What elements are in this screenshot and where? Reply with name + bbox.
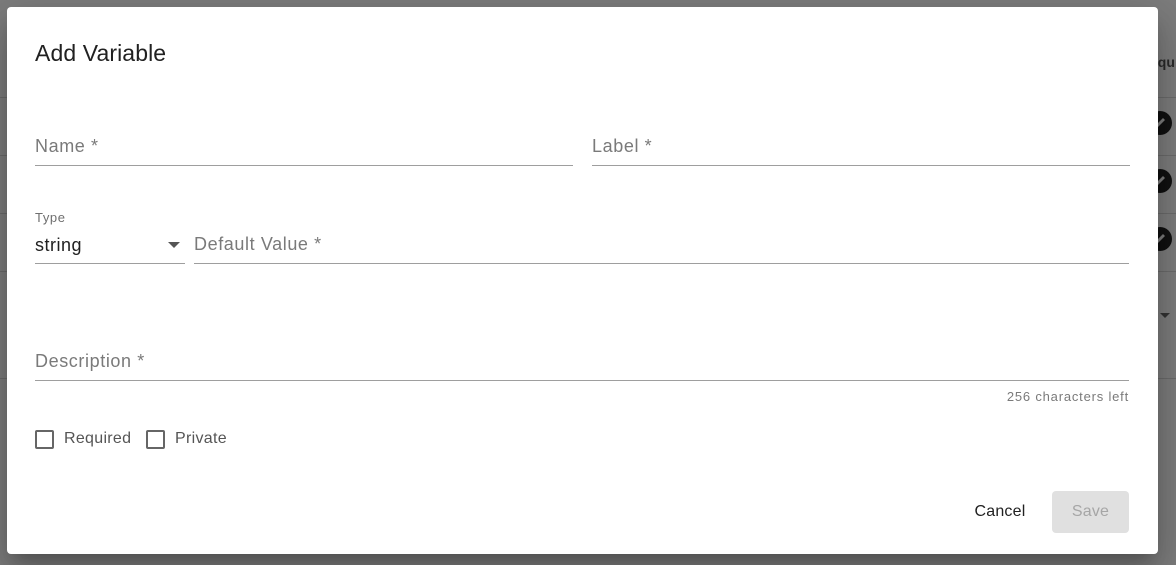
type-select-value: string — [35, 235, 83, 255]
name-field-underline — [35, 165, 573, 166]
private-checkbox-box[interactable] — [146, 429, 165, 449]
cancel-button[interactable]: Cancel — [962, 491, 1038, 533]
save-button[interactable]: Save — [1052, 491, 1129, 533]
private-checkbox[interactable]: Private — [146, 428, 227, 450]
default-value-field[interactable]: Default Value * — [194, 225, 1129, 264]
type-select-underline — [35, 263, 185, 264]
add-variable-dialog: Add Variable Name * Label * Type string … — [7, 7, 1158, 554]
default-value-input[interactable] — [194, 233, 1129, 257]
default-value-underline — [194, 263, 1129, 264]
name-input[interactable] — [35, 135, 573, 159]
required-checkbox[interactable]: Required — [35, 428, 131, 450]
type-label: Type — [35, 210, 66, 225]
description-input[interactable] — [35, 350, 1129, 374]
description-field[interactable]: Description * — [35, 342, 1129, 381]
label-input[interactable] — [592, 135, 1130, 159]
label-field-underline — [592, 165, 1130, 166]
required-checkbox-box[interactable] — [35, 429, 54, 449]
description-underline — [35, 380, 1129, 381]
description-character-counter: 256 characters left — [1006, 389, 1129, 404]
type-select[interactable]: string — [35, 231, 185, 264]
dialog-title: Add Variable — [35, 40, 167, 66]
label-field[interactable]: Label * — [592, 127, 1130, 166]
required-checkbox-label[interactable]: Required — [64, 430, 131, 448]
chevron-down-icon — [168, 242, 180, 248]
name-field[interactable]: Name * — [35, 127, 573, 166]
private-checkbox-label[interactable]: Private — [175, 430, 227, 448]
chevron-down-icon — [1160, 313, 1170, 318]
